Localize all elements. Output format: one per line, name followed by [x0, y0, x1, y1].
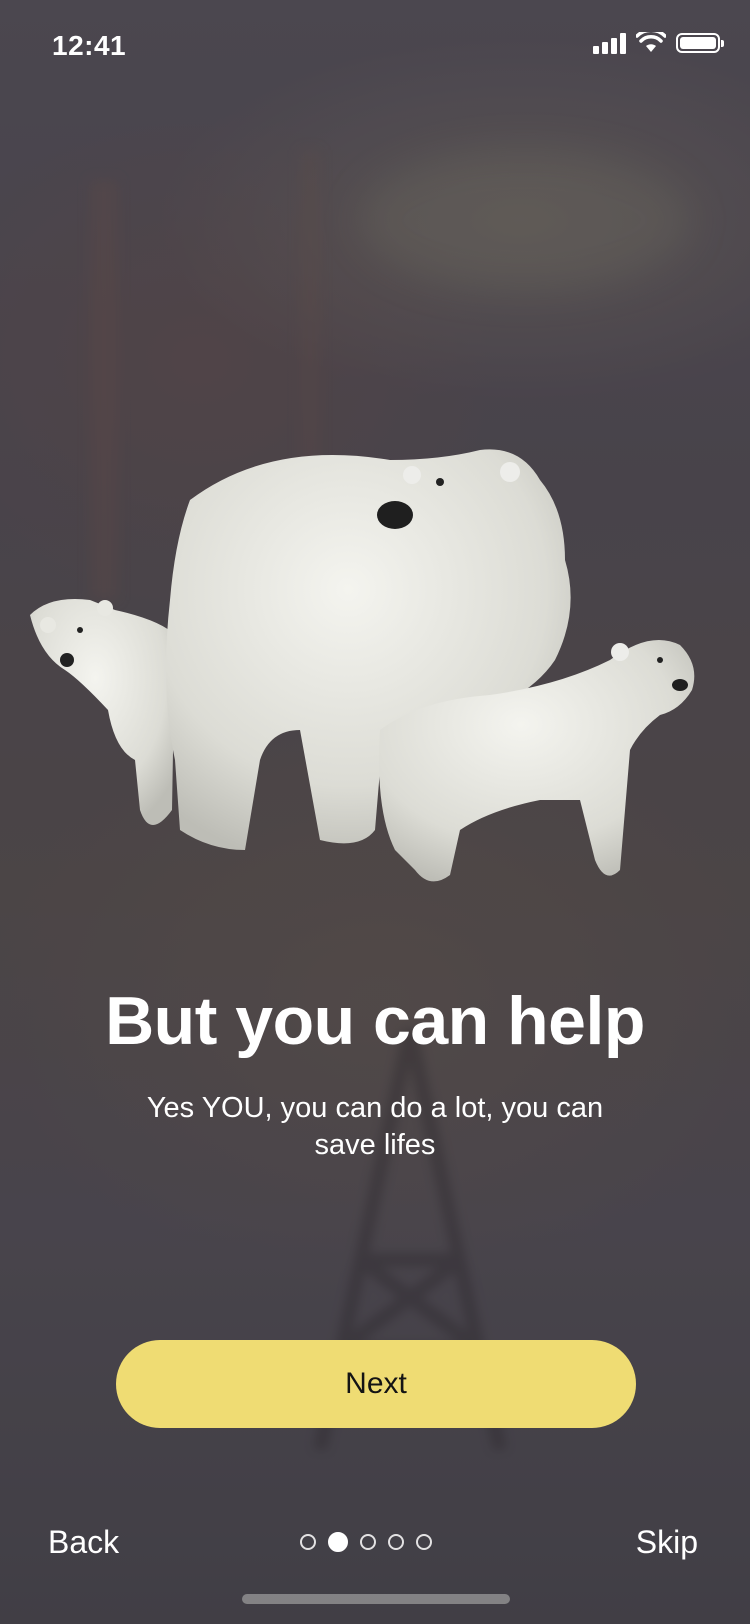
page-dot-5[interactable] [416, 1534, 432, 1550]
left-cub [30, 599, 175, 825]
page-dot-4[interactable] [388, 1534, 404, 1550]
skip-button[interactable]: Skip [636, 1524, 698, 1561]
home-indicator[interactable] [242, 1594, 510, 1604]
next-button[interactable]: Next [116, 1340, 636, 1428]
battery-icon [676, 33, 724, 53]
wifi-icon [636, 32, 666, 52]
page-indicator[interactable] [300, 1532, 432, 1552]
page-title: But you can help [105, 983, 645, 1059]
polar-bears-illustration [30, 449, 695, 882]
page-subtitle: Yes YOU, you can do a lot, you can save … [146, 1092, 604, 1161]
page-dot-1[interactable] [300, 1534, 316, 1550]
status-icons [593, 32, 724, 54]
status-time: 12:41 [52, 30, 127, 61]
page-dot-2-active[interactable] [328, 1532, 348, 1552]
page-dot-3[interactable] [360, 1534, 376, 1550]
status-bar: 12:41 [0, 0, 750, 94]
cellular-signal-icon [593, 32, 626, 54]
back-button[interactable]: Back [48, 1524, 119, 1561]
